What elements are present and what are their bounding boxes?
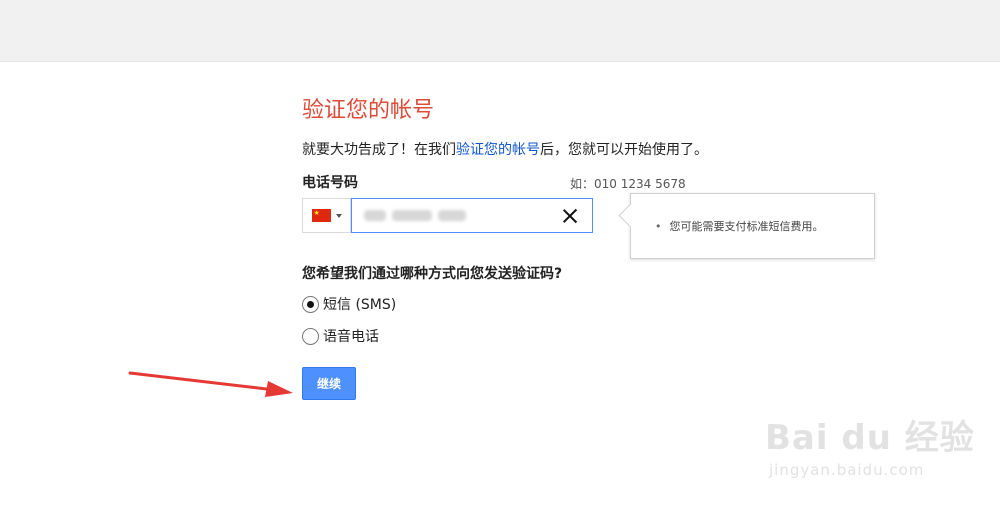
voice-call-option[interactable]: 语音电话 (302, 326, 379, 346)
phone-number-label: 电话号码 (302, 175, 358, 191)
baidu-watermark: Bai du 经验 jingyan.baidu.com (765, 410, 975, 479)
watermark-url: jingyan.baidu.com (769, 461, 925, 479)
verification-method-question: 您希望我们通过哪种方式向您发送验证码? (302, 266, 563, 282)
intro-text: 就要大功告成了！在我们验证您的帐号后，您就可以开始使用了。 (302, 139, 708, 159)
phone-number-input[interactable] (351, 198, 593, 233)
sms-radio[interactable] (302, 295, 319, 313)
blurred-phone-number (364, 210, 466, 221)
sms-fee-tooltip: 您可能需要支付标准短信费用。 (630, 193, 875, 259)
red-arrow-annotation (128, 371, 293, 397)
intro-text-end: 后，您就可以开始使用了。 (540, 142, 708, 158)
page-title: 验证您的帐号 (302, 98, 435, 123)
watermark-brand: Bai du 经验 (765, 418, 975, 458)
intro-text-start: 就要大功告成了！在我们 (302, 142, 456, 158)
top-bar (0, 0, 1000, 62)
tooltip-text: 您可能需要支付标准短信费用。 (655, 218, 824, 234)
phone-example-hint: 如：010 1234 5678 (570, 177, 686, 191)
verify-account-link[interactable]: 验证您的帐号 (456, 142, 540, 158)
phone-number-field (302, 198, 593, 233)
sms-option[interactable]: 短信 (SMS) (302, 294, 396, 314)
voice-call-radio[interactable] (302, 327, 319, 345)
continue-button[interactable]: 继续 (302, 367, 356, 400)
country-selector[interactable] (303, 199, 351, 232)
voice-call-option-label: 语音电话 (323, 329, 379, 345)
china-flag-icon (311, 209, 331, 222)
close-icon[interactable] (562, 208, 578, 224)
sms-option-label: 短信 (SMS) (323, 297, 397, 313)
chevron-down-icon (335, 213, 342, 218)
